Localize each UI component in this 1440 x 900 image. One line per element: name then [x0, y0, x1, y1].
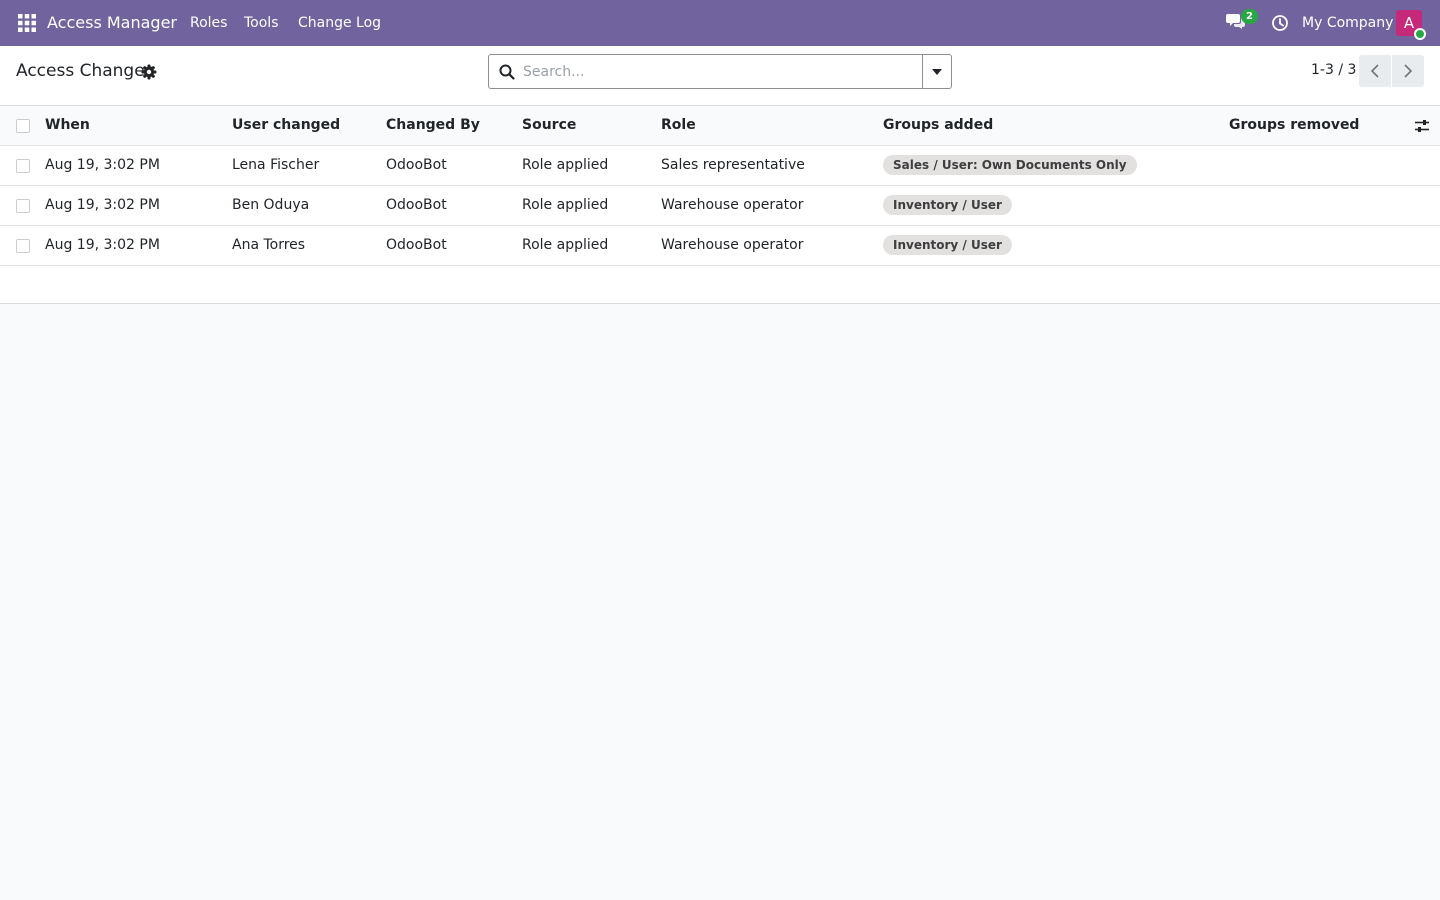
cell-source: Role applied	[522, 237, 609, 253]
cell-changed-by: OdooBot	[386, 197, 447, 213]
table-header-row: When User changed Changed By Source Role…	[0, 106, 1440, 146]
cell-groups-removed	[1229, 186, 1409, 225]
cell-source: Role applied	[522, 197, 609, 213]
pager-previous-button[interactable]	[1359, 55, 1391, 87]
page-title: Access Changes	[16, 61, 154, 81]
user-avatar[interactable]: A	[1396, 10, 1426, 40]
column-header-groups-removed[interactable]: Groups removed	[1229, 106, 1409, 145]
cell-groups-added: Inventory / User	[883, 226, 1223, 265]
chevron-right-icon	[1404, 64, 1413, 78]
control-panel: Access Changes 1-3 / 3	[0, 46, 1440, 106]
column-header-role[interactable]: Role	[661, 106, 876, 145]
table-row[interactable]: Aug 19, 3:02 PM Ana Torres OdooBot Role …	[0, 226, 1440, 266]
cell-role: Warehouse operator	[661, 237, 804, 253]
row-checkbox[interactable]	[16, 239, 30, 253]
column-header-source[interactable]: Source	[522, 106, 657, 145]
column-header-changed-by[interactable]: Changed By	[386, 106, 516, 145]
row-checkbox[interactable]	[16, 159, 30, 173]
cell-groups-added: Inventory / User	[883, 186, 1223, 225]
main-navbar: Access Manager Roles Tools Change Log 2 …	[0, 0, 1440, 46]
access-changes-list: When User changed Changed By Source Role…	[0, 106, 1440, 304]
cell-groups-removed	[1229, 146, 1409, 185]
search-input[interactable]	[523, 55, 913, 88]
column-header-groups-added[interactable]: Groups added	[883, 106, 1223, 145]
menu-change-log[interactable]: Change Log	[298, 0, 381, 46]
cell-role: Warehouse operator	[661, 197, 804, 213]
column-header-user-changed[interactable]: User changed	[232, 106, 382, 145]
search-options-toggle[interactable]	[922, 55, 951, 88]
gear-icon[interactable]	[141, 64, 157, 80]
menu-roles[interactable]: Roles	[190, 0, 227, 46]
cell-role: Sales representative	[661, 157, 805, 173]
pager-value[interactable]: 1-3 / 3	[1311, 62, 1356, 78]
caret-down-icon	[932, 68, 942, 75]
cell-changed-by: OdooBot	[386, 237, 447, 253]
chevron-left-icon	[1370, 64, 1379, 78]
avatar-letter: A	[1403, 14, 1415, 32]
table-row[interactable]: Aug 19, 3:02 PM Ben Oduya OdooBot Role a…	[0, 186, 1440, 226]
cell-user-changed: Lena Fischer	[232, 157, 320, 173]
column-header-when[interactable]: When	[45, 106, 225, 145]
cell-when: Aug 19, 3:02 PM	[45, 157, 160, 173]
table-row[interactable]: Aug 19, 3:02 PM Lena Fischer OdooBot Rol…	[0, 146, 1440, 186]
cell-when: Aug 19, 3:02 PM	[45, 237, 160, 253]
row-checkbox[interactable]	[16, 199, 30, 213]
search-bar	[488, 54, 952, 89]
cell-source: Role applied	[522, 157, 609, 173]
messaging-menu[interactable]: 2	[1226, 9, 1258, 35]
group-tag: Inventory / User	[883, 195, 1012, 215]
select-all-checkbox[interactable]	[16, 119, 30, 133]
menu-tools[interactable]: Tools	[244, 0, 279, 46]
optional-columns-sliders-icon[interactable]	[1414, 118, 1430, 134]
online-status-icon	[1414, 28, 1426, 40]
app-brand[interactable]: Access Manager	[47, 0, 177, 46]
activity-clock-icon[interactable]	[1271, 14, 1289, 32]
search-icon	[499, 64, 515, 80]
cell-groups-added: Sales / User: Own Documents Only	[883, 146, 1223, 185]
cell-groups-removed	[1229, 226, 1409, 265]
pager-next-button[interactable]	[1392, 55, 1424, 87]
cell-changed-by: OdooBot	[386, 157, 447, 173]
group-tag: Sales / User: Own Documents Only	[883, 155, 1137, 175]
apps-menu-icon[interactable]	[13, 9, 41, 37]
cell-when: Aug 19, 3:02 PM	[45, 197, 160, 213]
chat-counter-badge: 2	[1241, 9, 1258, 24]
group-tag: Inventory / User	[883, 235, 1012, 255]
cell-user-changed: Ana Torres	[232, 237, 306, 253]
cell-user-changed: Ben Oduya	[232, 197, 310, 213]
company-switcher[interactable]: My Company	[1302, 0, 1393, 46]
